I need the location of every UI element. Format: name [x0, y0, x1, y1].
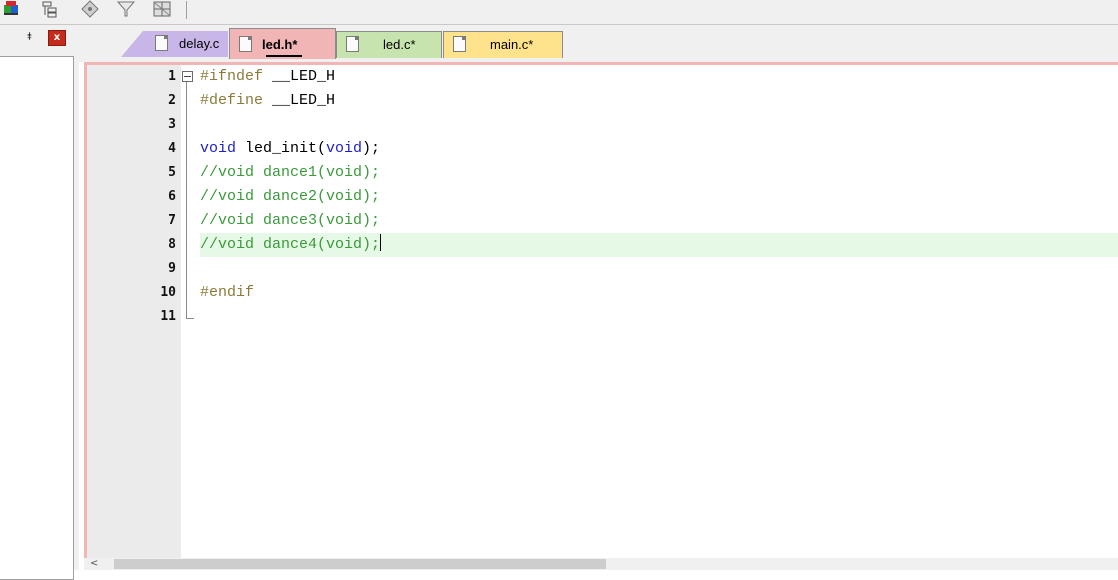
line-number: 3: [168, 117, 176, 132]
grid-icon[interactable]: [152, 0, 172, 18]
tab-label: led.c*: [383, 37, 416, 52]
tab-label: delay.c: [179, 36, 220, 51]
line-number-gutter: 1 2 3 4 5 6 7 8 9 10 11: [87, 65, 181, 561]
comment: //void dance3(void);: [200, 212, 381, 229]
toolbar-separator: [186, 1, 187, 19]
line-number: 7: [168, 213, 176, 228]
keyword: void: [200, 140, 237, 157]
scrollbar-thumb[interactable]: [114, 559, 606, 569]
text-caret: [380, 234, 382, 251]
file-icon: [155, 35, 168, 51]
code-line[interactable]: [200, 257, 1118, 281]
editor-tab-strip: delay.c led.h* led.c* main.c*: [79, 25, 1118, 62]
line-number: 1: [168, 69, 176, 84]
tab-label: main.c*: [490, 37, 534, 52]
preprocessor-directive: #ifndef: [200, 68, 264, 85]
line-number: 9: [168, 261, 176, 276]
horizontal-scrollbar[interactable]: <: [84, 558, 1118, 570]
project-panel: ⯒ x: [0, 25, 79, 580]
scroll-left-icon[interactable]: <: [90, 558, 98, 570]
macro-name: __LED_H: [263, 68, 336, 85]
code-line[interactable]: #endif: [200, 281, 1118, 305]
collapse-icon[interactable]: [182, 71, 193, 82]
comment: //void dance1(void);: [200, 164, 381, 181]
project-window-icon[interactable]: [2, 0, 22, 18]
fold-guide-line: [186, 82, 187, 318]
filter-icon[interactable]: [116, 0, 136, 18]
diamond-tool-icon[interactable]: [80, 0, 100, 18]
line-number: 6: [168, 189, 176, 204]
code-line[interactable]: //void dance3(void);: [200, 209, 1118, 233]
line-number: 8: [168, 237, 176, 252]
line-number: 11: [160, 309, 176, 324]
project-panel-body[interactable]: [0, 56, 74, 580]
code-line[interactable]: [200, 305, 1118, 329]
comment: //void dance4(void);: [200, 236, 381, 253]
line-number: 10: [160, 285, 176, 300]
fold-margin: [181, 65, 200, 561]
tab-label: led.h*: [262, 37, 298, 52]
code-line[interactable]: void led_init(void);: [200, 137, 1118, 161]
hierarchy-icon[interactable]: [40, 0, 60, 18]
fold-guide-end: [186, 318, 194, 319]
line-number: 4: [168, 141, 176, 156]
punctuation: );: [362, 140, 381, 157]
comment: //void dance2(void);: [200, 188, 381, 205]
current-line[interactable]: //void dance4(void);: [200, 233, 1118, 257]
line-number: 5: [168, 165, 176, 180]
toolbar: [0, 0, 1118, 25]
code-line[interactable]: //void dance1(void);: [200, 161, 1118, 185]
tab-led-h[interactable]: led.h*: [229, 28, 336, 59]
code-line[interactable]: [200, 113, 1118, 137]
file-icon: [239, 36, 252, 52]
code-line[interactable]: //void dance2(void);: [200, 185, 1118, 209]
line-number: 2: [168, 93, 176, 108]
keyword: void: [326, 140, 363, 157]
pin-icon[interactable]: ⯒: [27, 31, 32, 43]
active-tab-underline: [266, 55, 302, 57]
file-icon: [346, 36, 359, 52]
panel-close-button[interactable]: x: [48, 30, 66, 46]
code-area[interactable]: #ifndef __LED_H #define __LED_H void led…: [200, 65, 1118, 561]
tab-delay-c[interactable]: delay.c: [121, 31, 228, 57]
tab-led-c[interactable]: led.c*: [336, 31, 442, 58]
close-icon: x: [53, 32, 61, 43]
preprocessor-directive: #define: [200, 92, 264, 109]
code-editor[interactable]: 1 2 3 4 5 6 7 8 9 10 11 #ifndef __LED_H …: [84, 62, 1118, 561]
macro-name: __LED_H: [263, 92, 336, 109]
preprocessor-directive: #endif: [200, 284, 255, 301]
code-line[interactable]: #ifndef __LED_H: [200, 65, 1118, 89]
function-name: led_init(: [236, 140, 327, 157]
file-icon: [453, 36, 466, 52]
code-line[interactable]: #define __LED_H: [200, 89, 1118, 113]
tab-main-c[interactable]: main.c*: [443, 31, 563, 58]
